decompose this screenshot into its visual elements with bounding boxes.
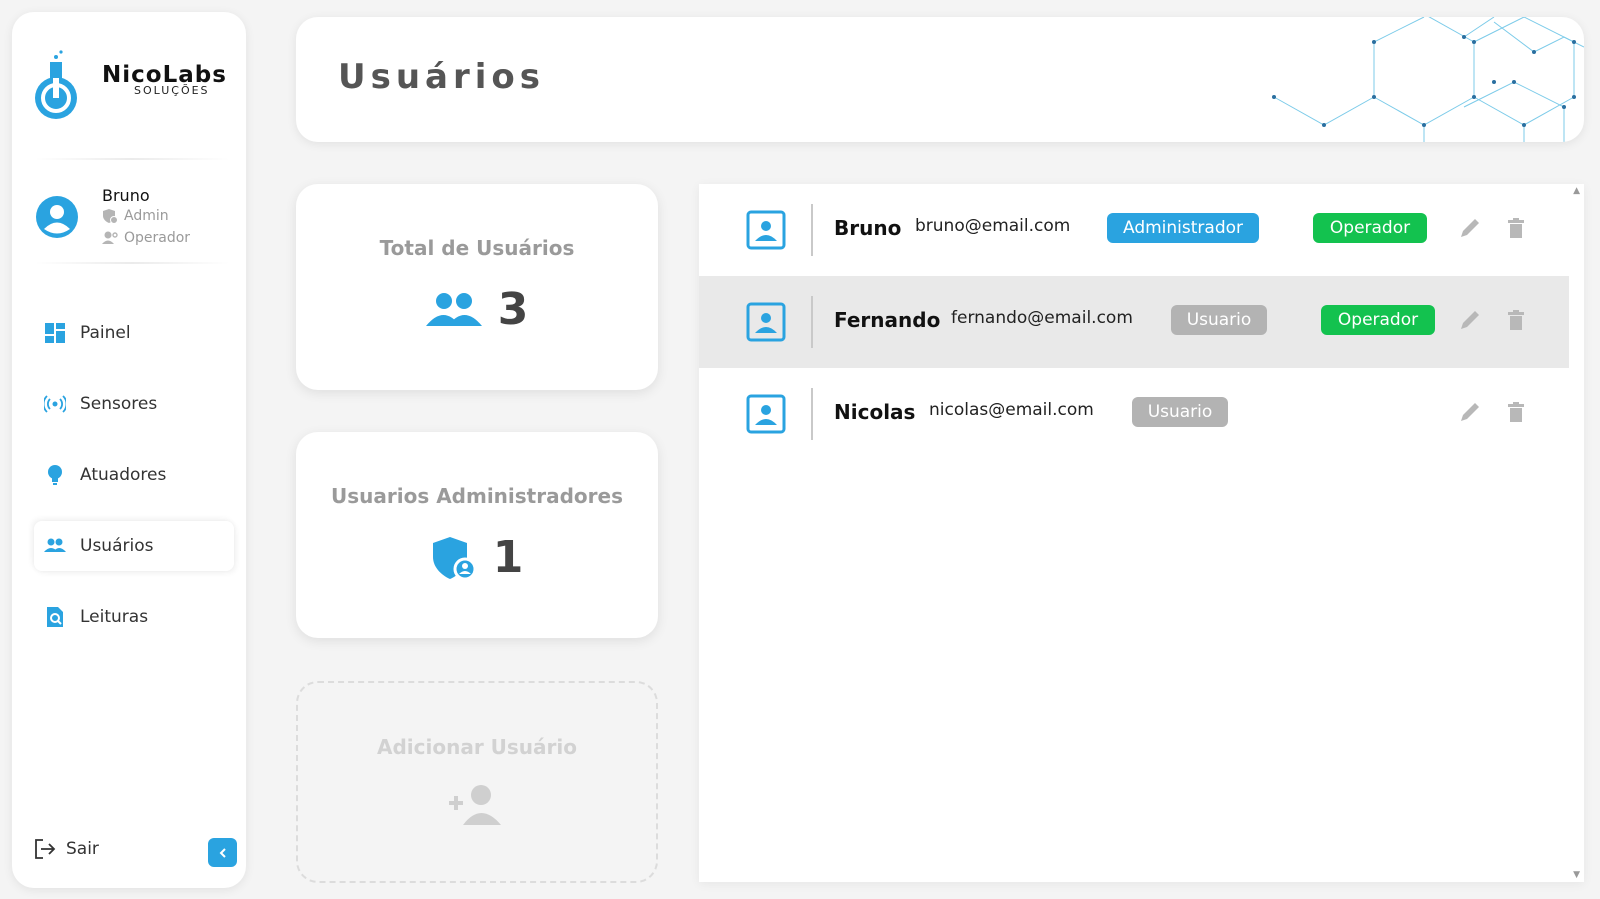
user-role-admin: Admin: [102, 208, 169, 224]
edit-icon[interactable]: [1458, 216, 1482, 240]
scroll-up-arrow[interactable]: ▲: [1573, 186, 1580, 196]
sidebar-item-sensores[interactable]: Sensores: [34, 379, 234, 429]
contact-card-icon: [746, 210, 786, 250]
users-icon: [425, 292, 482, 326]
table-row[interactable]: Nicolas nicolas@email.com Usuario: [699, 368, 1569, 460]
edit-icon[interactable]: [1458, 400, 1482, 424]
user-row-email: nicolas@email.com: [929, 400, 1094, 420]
contact-card-icon: [746, 302, 786, 342]
page-title: Usuários: [338, 57, 546, 97]
user-role-label: Admin: [124, 208, 169, 224]
brand-logo: NicoLabs SOLUÇÕES: [34, 46, 234, 130]
operator-badge: Operador: [1321, 305, 1435, 335]
sidebar-item-label: Usuários: [80, 536, 154, 556]
sidebar-item-label: Atuadores: [80, 465, 167, 485]
dashboard-icon: [45, 323, 65, 343]
user-row-name: Nicolas: [834, 400, 916, 424]
role-badge: Usuario: [1132, 397, 1228, 427]
total-users-card: Total de Usuários 3: [296, 184, 658, 390]
row-separator: [811, 204, 813, 256]
logout-label: Sair: [66, 839, 99, 859]
sidebar-item-atuadores[interactable]: Atuadores: [34, 450, 234, 500]
total-users-count: 3: [497, 284, 529, 335]
admin-users-count: 1: [492, 532, 524, 583]
sidebar: NicoLabs SOLUÇÕES Bruno Admin Operador P…: [12, 12, 246, 888]
add-user-icon: [449, 785, 501, 825]
admin-users-card: Usuarios Administradores 1: [296, 432, 658, 638]
row-separator: [811, 388, 813, 440]
total-users-title: Total de Usuários: [379, 236, 575, 260]
logout-button[interactable]: Sair: [34, 838, 99, 860]
user-profile: Bruno Admin Operador: [36, 184, 236, 264]
admin-shield-icon: [432, 536, 477, 580]
user-role-label: Operador: [124, 230, 191, 246]
sidebar-item-label: Sensores: [80, 394, 158, 414]
sidebar-nav: Painel Sensores Atuadores Usuários Leitu…: [34, 308, 234, 663]
search-document-icon: [47, 607, 63, 627]
table-row[interactable]: Fernando fernando@email.com Usuario Oper…: [699, 276, 1569, 368]
bulb-icon: [48, 465, 62, 485]
user-row-name: Fernando: [834, 308, 941, 332]
user-row-email: fernando@email.com: [951, 308, 1133, 328]
delete-icon[interactable]: [1504, 400, 1528, 424]
flask-logo-icon: [35, 50, 77, 119]
sidebar-item-leituras[interactable]: Leituras: [34, 592, 234, 642]
user-name: Bruno: [102, 186, 150, 205]
sidebar-item-usuarios[interactable]: Usuários: [34, 521, 234, 571]
add-user-title: Adicionar Usuário: [377, 735, 577, 759]
admin-shield-icon: [103, 209, 118, 224]
role-badge: Administrador: [1107, 213, 1259, 243]
admin-users-title: Usuarios Administradores: [330, 484, 623, 508]
operator-icon: [102, 231, 118, 244]
user-role-operator: Operador: [102, 230, 190, 246]
sidebar-item-painel[interactable]: Painel: [34, 308, 234, 358]
row-separator: [811, 296, 813, 348]
user-row-name: Bruno: [834, 216, 902, 240]
divider: [34, 262, 230, 264]
hexagon-pattern-decoration: [1272, 17, 1584, 142]
collapse-sidebar-button[interactable]: [208, 838, 237, 867]
users-list: ▲ ▼ Bruno bruno@email.com Administrador …: [699, 184, 1584, 882]
contact-card-icon: [746, 394, 786, 434]
broadcast-icon: [44, 395, 66, 413]
sidebar-item-label: Painel: [80, 323, 131, 343]
delete-icon[interactable]: [1504, 216, 1528, 240]
edit-icon[interactable]: [1458, 308, 1482, 332]
sidebar-item-label: Leituras: [80, 607, 149, 627]
user-row-email: bruno@email.com: [915, 216, 1071, 236]
chevron-left-icon: [219, 847, 226, 858]
role-badge: Usuario: [1171, 305, 1267, 335]
logout-icon: [35, 839, 56, 859]
avatar-icon: [36, 196, 78, 238]
add-user-button[interactable]: Adicionar Usuário: [296, 681, 658, 883]
operator-badge: Operador: [1313, 213, 1427, 243]
scroll-down-arrow[interactable]: ▼: [1573, 870, 1580, 880]
page-header: Usuários: [296, 17, 1584, 142]
users-icon: [44, 538, 66, 552]
table-row[interactable]: Bruno bruno@email.com Administrador Oper…: [699, 184, 1569, 276]
divider: [34, 158, 230, 160]
delete-icon[interactable]: [1504, 308, 1528, 332]
